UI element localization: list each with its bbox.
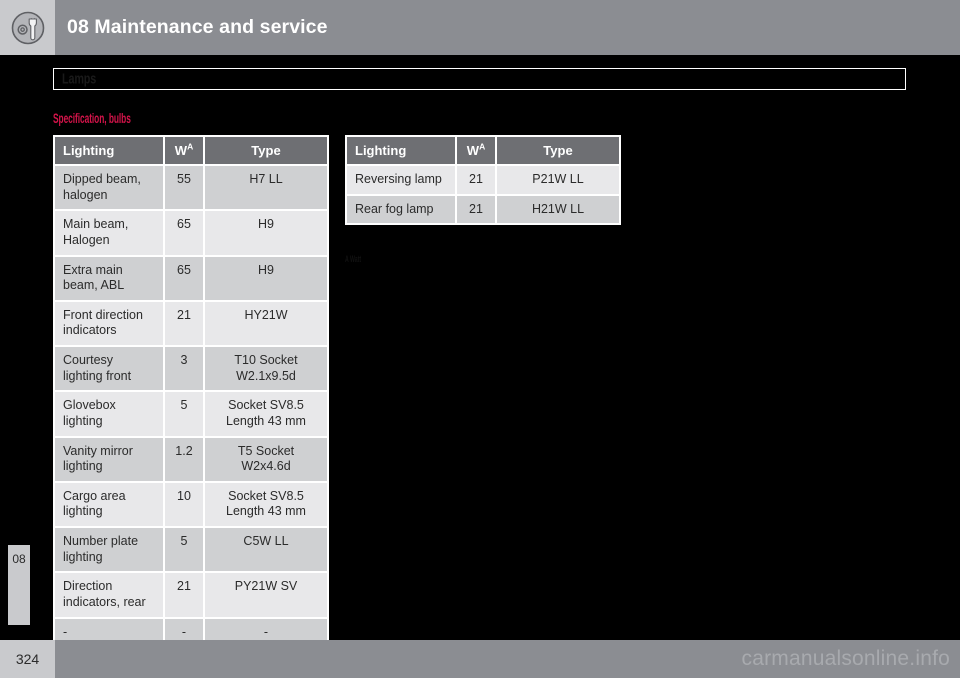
cell-type: H9 <box>205 211 327 255</box>
cell-watt: 10 <box>165 482 203 526</box>
cell-watt: 5 <box>165 528 203 572</box>
cell-type: T10 Socket W2.1x9.5d <box>205 347 327 391</box>
cell-lighting: Number plate lighting <box>55 528 163 572</box>
watermark: carmanualsonline.info <box>741 647 950 670</box>
column-header-type: Type <box>205 137 327 164</box>
section-bar: Lamps <box>53 68 906 90</box>
cell-watt: 3 <box>165 347 203 391</box>
cell-lighting: Front direction indicators <box>55 301 163 345</box>
cell-type: P21W LL <box>497 166 619 194</box>
table-row: Vanity mirror lighting 1.2 T5 Socket W2x… <box>55 437 327 481</box>
page-title: 08 Maintenance and service <box>67 16 328 38</box>
table-row: Rear fog lamp 21 H21W LL <box>347 195 619 224</box>
table-row: Number plate lighting 5 C5W LL <box>55 528 327 572</box>
cell-watt: 21 <box>165 573 203 617</box>
column-header-lighting: Lighting <box>55 137 163 164</box>
cell-type: H9 <box>205 256 327 300</box>
cell-type: Socket SV8.5 Length 43 mm <box>205 392 327 436</box>
table-row: Courtesy lighting front 3 T10 Socket W2.… <box>55 347 327 391</box>
table-row: Glovebox lighting 5 Socket SV8.5 Length … <box>55 392 327 436</box>
table-row: Extra main beam, ABL 65 H9 <box>55 256 327 300</box>
sub-heading: Specification, bulbs <box>53 111 131 126</box>
cell-lighting: Courtesy lighting front <box>55 347 163 391</box>
footer-bar: carmanualsonline.info <box>55 640 960 678</box>
column-header-type: Type <box>497 137 619 164</box>
section-bar-label: Lamps <box>62 70 97 88</box>
table-body-right: Reversing lamp 21 P21W LL Rear fog lamp … <box>347 166 619 224</box>
watt-label: W <box>466 143 480 158</box>
cell-type: C5W LL <box>205 528 327 572</box>
watt-footnote-marker: A <box>479 141 486 152</box>
bulb-specification-table-left: Lighting WA Type Dipped beam, halogen 55… <box>53 135 329 649</box>
cell-lighting: Extra main beam, ABL <box>55 256 163 300</box>
cell-lighting: Cargo area lighting <box>55 482 163 526</box>
chapter-tab: 08 <box>8 545 30 625</box>
wrench-gear-icon <box>11 11 44 44</box>
cell-type: T5 Socket W2x4.6d <box>205 437 327 481</box>
table-footnote: A Watt <box>345 254 362 264</box>
cell-watt: 21 <box>165 301 203 345</box>
chapter-header: 08 Maintenance and service <box>0 0 960 55</box>
page-number: 324 <box>0 640 55 678</box>
cell-lighting: Direction indicators, rear <box>55 573 163 617</box>
watt-footnote-marker: A <box>187 141 194 152</box>
cell-lighting: Main beam, Halogen <box>55 211 163 255</box>
page-footer: 324 carmanualsonline.info <box>0 640 960 678</box>
cell-type: PY21W SV <box>205 573 327 617</box>
chapter-icon-block <box>0 0 55 55</box>
table-header-row: Lighting WA Type <box>55 137 327 164</box>
bulb-specification-table-right: Lighting WA Type Reversing lamp 21 P21W … <box>345 135 621 226</box>
cell-watt: 65 <box>165 211 203 255</box>
table-row: Cargo area lighting 10 Socket SV8.5 Leng… <box>55 482 327 526</box>
table-body-left: Dipped beam, halogen 55 H7 LL Main beam,… <box>55 166 327 647</box>
table-row: Direction indicators, rear 21 PY21W SV <box>55 573 327 617</box>
cell-lighting: Reversing lamp <box>347 166 455 194</box>
column-header-watt: WA <box>165 137 203 164</box>
cell-watt: 55 <box>165 166 203 210</box>
cell-watt: 21 <box>457 195 495 224</box>
cell-watt: 1.2 <box>165 437 203 481</box>
watt-label: W <box>174 143 188 158</box>
column-header-watt: WA <box>457 137 495 164</box>
cell-type: HY21W <box>205 301 327 345</box>
cell-watt: 21 <box>457 166 495 194</box>
cell-watt: 5 <box>165 392 203 436</box>
cell-watt: 65 <box>165 256 203 300</box>
cell-lighting: Glovebox lighting <box>55 392 163 436</box>
cell-lighting: Rear fog lamp <box>347 195 455 224</box>
cell-type: H21W LL <box>497 195 619 224</box>
table-row: Main beam, Halogen 65 H9 <box>55 211 327 255</box>
page-body: Lamps Specification, bulbs Lighting WA T… <box>0 55 960 649</box>
cell-lighting: Vanity mirror lighting <box>55 437 163 481</box>
column-header-lighting: Lighting <box>347 137 455 164</box>
table-row: Dipped beam, halogen 55 H7 LL <box>55 166 327 210</box>
cell-type: H7 LL <box>205 166 327 210</box>
cell-lighting: Dipped beam, halogen <box>55 166 163 210</box>
table-row: Reversing lamp 21 P21W LL <box>347 166 619 194</box>
table-header-row: Lighting WA Type <box>347 137 619 164</box>
table-row: Front direction indicators 21 HY21W <box>55 301 327 345</box>
cell-type: Socket SV8.5 Length 43 mm <box>205 482 327 526</box>
